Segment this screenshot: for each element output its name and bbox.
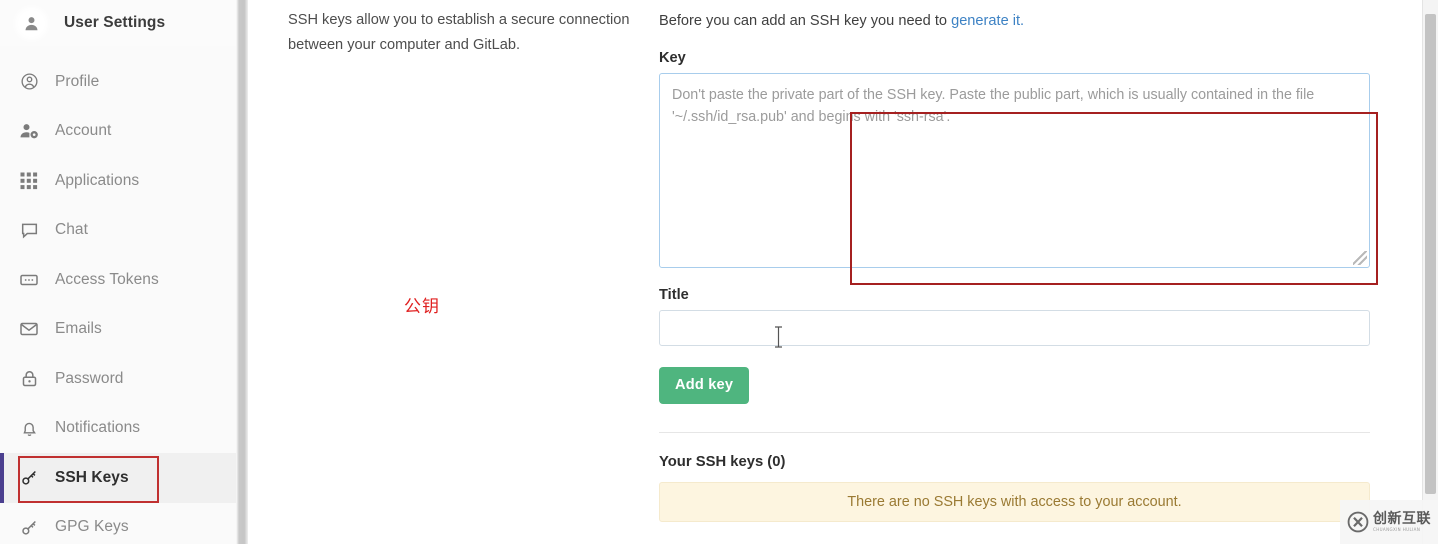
vertical-scrollbar[interactable] xyxy=(1422,0,1438,544)
ssh-keys-list-heading: Your SSH keys (0) xyxy=(659,454,786,470)
key-textarea[interactable]: Don't paste the private part of the SSH … xyxy=(659,73,1370,268)
textarea-resize-handle[interactable] xyxy=(1353,251,1367,265)
sidebar-item-label: SSH Keys xyxy=(55,468,129,486)
sidebar-title: User Settings xyxy=(64,14,166,31)
ssh-key-form: Before you can add an SSH key you need t… xyxy=(659,0,1381,522)
sidebar-item-profile[interactable]: Profile xyxy=(0,57,236,107)
grid-dots-icon xyxy=(18,170,40,192)
sidebar-item-label: Chat xyxy=(55,221,88,239)
chat-bubble-icon xyxy=(18,219,40,241)
gitlab-ssh-keys-page: User Settings Profile Account Applicatio… xyxy=(0,0,1438,544)
profile-circle-icon xyxy=(18,71,40,93)
sidebar-item-label: Access Tokens xyxy=(55,270,159,288)
empty-keys-alert: There are no SSH keys with access to you… xyxy=(659,482,1370,522)
watermark-logo-icon xyxy=(1347,511,1369,533)
sidebar-divider xyxy=(236,0,248,544)
key-icon xyxy=(18,467,40,489)
sidebar-item-label: Account xyxy=(55,122,112,140)
sidebar-nav: Profile Account Applications Chat Access… xyxy=(0,57,236,544)
section-divider xyxy=(659,432,1370,433)
add-key-button[interactable]: Add key xyxy=(659,367,750,404)
token-card-icon xyxy=(18,269,40,291)
watermark: 创新互联 CHUANGXIN HULIAN xyxy=(1340,500,1438,544)
key-textarea-placeholder: Don't paste the private part of the SSH … xyxy=(672,87,1315,125)
sidebar-header: User Settings xyxy=(0,0,236,46)
key-field-label: Key xyxy=(659,50,686,66)
watermark-text: 创新互联 CHUANGXIN HULIAN xyxy=(1373,512,1431,532)
title-field-label: Title xyxy=(659,287,689,303)
generate-key-hint-text: Before you can add an SSH key you need t… xyxy=(659,13,952,29)
sidebar-item-account[interactable]: Account xyxy=(0,107,236,157)
generate-it-link[interactable]: generate it. xyxy=(951,13,1024,29)
account-gear-icon xyxy=(18,120,40,142)
envelope-icon xyxy=(18,318,40,340)
watermark-main-text: 创新互联 xyxy=(1373,511,1431,527)
sidebar-item-chat[interactable]: Chat xyxy=(0,206,236,256)
sidebar-item-notifications[interactable]: Notifications xyxy=(0,404,236,454)
bell-icon xyxy=(18,417,40,439)
intro-column: SSH keys allow you to establish a secure… xyxy=(288,8,638,58)
sidebar-item-applications[interactable]: Applications xyxy=(0,156,236,206)
lock-icon xyxy=(18,368,40,390)
sidebar-item-label: Notifications xyxy=(55,419,141,437)
scrollbar-thumb[interactable] xyxy=(1425,14,1436,494)
scroll-up-arrow[interactable] xyxy=(1423,0,1438,14)
intro-description: SSH keys allow you to establish a secure… xyxy=(288,12,630,53)
sidebar-item-password[interactable]: Password xyxy=(0,354,236,404)
title-input[interactable] xyxy=(659,310,1370,346)
sidebar-item-label: Profile xyxy=(55,72,100,90)
sidebar-item-access-tokens[interactable]: Access Tokens xyxy=(0,255,236,305)
sidebar-item-label: GPG Keys xyxy=(55,518,129,536)
sidebar-item-label: Password xyxy=(55,369,124,387)
user-avatar-icon xyxy=(18,9,45,37)
watermark-sub-text: CHUANGXIN HULIAN xyxy=(1373,527,1421,532)
sidebar-item-emails[interactable]: Emails xyxy=(0,305,236,355)
generate-key-hint: Before you can add an SSH key you need t… xyxy=(659,11,1381,31)
empty-keys-alert-text: There are no SSH keys with access to you… xyxy=(847,494,1182,510)
sidebar-item-gpg-keys[interactable]: GPG Keys xyxy=(0,503,236,544)
main-content: SSH keys allow you to establish a secure… xyxy=(248,0,1438,544)
chinese-annotation-label: 公钥 xyxy=(404,297,440,317)
sidebar-item-ssh-keys[interactable]: SSH Keys xyxy=(0,453,236,503)
key-icon xyxy=(18,516,40,538)
sidebar-item-label: Emails xyxy=(55,320,102,338)
sidebar: User Settings Profile Account Applicatio… xyxy=(0,0,236,544)
sidebar-item-label: Applications xyxy=(55,171,140,189)
